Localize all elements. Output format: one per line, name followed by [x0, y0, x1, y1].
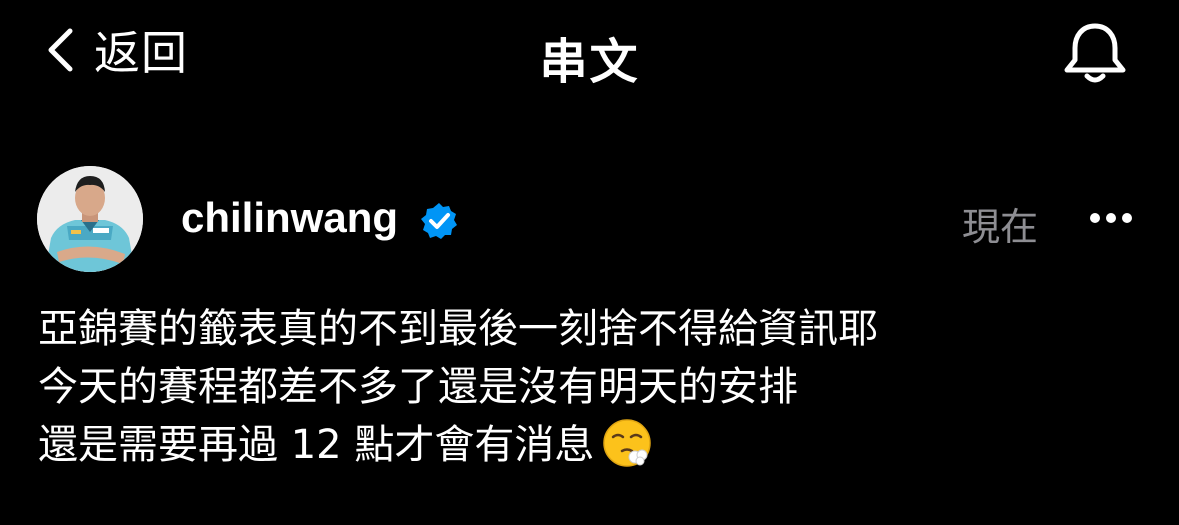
post-text: 亞錦賽的籤表真的不到最後一刻捨不得給資訊耶 今天的賽程都差不多了還是沒有明天的安… — [38, 300, 1158, 474]
ellipsis-icon[interactable] — [1084, 196, 1138, 240]
bell-icon[interactable] — [1062, 20, 1128, 86]
face-exhaling-emoji — [602, 418, 652, 468]
post-line: 今天的賽程都差不多了還是沒有明天的安排 — [38, 364, 798, 410]
verified-badge-icon — [419, 201, 459, 241]
page-title: 串文 — [539, 34, 640, 90]
post-line-text: 還是需要再過 12 點才會有消息 — [38, 422, 595, 468]
post-line: 亞錦賽的籤表真的不到最後一刻捨不得給資訊耶 — [38, 306, 878, 352]
username[interactable]: chilinwang — [181, 194, 398, 242]
top-navigation-bar: 返回 串文 — [0, 0, 1179, 110]
post-timestamp: 現在 — [962, 205, 1039, 249]
avatar[interactable] — [37, 166, 143, 272]
post-line: 還是需要再過 12 點才會有消息 — [38, 416, 1158, 474]
